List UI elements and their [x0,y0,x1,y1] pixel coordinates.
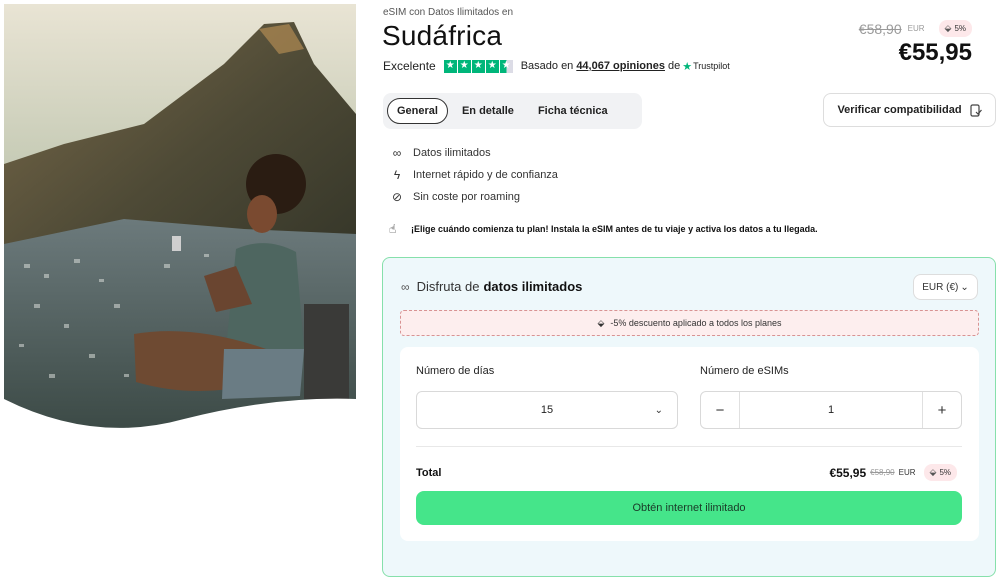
activation-notice: ☝ ¡Elige cuándo comienza tu plan! Instal… [389,222,818,236]
total-discount-badge: ⬙ 5% [923,464,957,481]
total-label: Total [416,467,442,479]
feature-item: ϟ Internet rápido y de confianza [389,164,558,186]
get-internet-button[interactable]: Obtén internet ilimitado [416,491,962,525]
old-price-currency: EUR [907,24,925,33]
total-old-price: €58,90 [870,468,895,477]
increment-button[interactable]: + [922,392,961,428]
plan-heading-bold: datos ilimitados [483,279,583,294]
infinity-icon: ∞ [401,279,410,294]
lightning-icon: ϟ [393,168,401,182]
days-select[interactable]: 15 ⌄ [416,391,678,429]
trustpilot-label: Trustpilot [693,61,730,71]
total-price: €55,95 [829,465,867,480]
hero-image [4,4,356,430]
page-kicker: eSIM con Datos Ilimitados en [383,7,514,18]
decrement-button[interactable]: − [701,392,740,428]
verify-compatibility-label: Verificar compatibilidad [837,104,962,116]
infinity-icon: ∞ [392,146,402,160]
tab-ficha-tecnica[interactable]: Ficha técnica [528,98,618,124]
chevron-down-icon: ⌄ [960,281,969,293]
based-on-text: Basado en [520,60,574,72]
total-currency: EUR [898,468,916,477]
feature-item: ⊘ Sin coste por roaming [389,186,558,208]
total-price-row: €55,95 €58,90 EUR ⬙ 5% [829,464,957,481]
plan-heading: ∞ Disfruta de datos ilimitados [401,279,582,294]
star-icon: ★ [443,59,457,73]
plan-heading-prefix: Disfruta de [416,279,480,294]
price-block: €58,90 EUR ⬙ 5% €55,95 [859,20,972,67]
trustpilot-star-icon: ★ [682,60,693,73]
feature-item: ∞ Datos ilimitados [389,142,558,164]
discount-banner-text: -5% descuento aplicado a todos los plane… [610,318,782,328]
rating-stars: ★ ★ ★ ★ ★ [443,59,513,73]
esims-label: Número de eSIMs [700,365,789,377]
feature-text: Internet rápido y de confianza [413,169,558,181]
no-roaming-icon: ⊘ [391,190,403,204]
reviews-link[interactable]: 44,067 opiniones [576,60,665,72]
discount-banner: ⬙ -5% descuento aplicado a todos los pla… [400,310,979,336]
discount-badge: ⬙ 5% [938,20,972,37]
divider [416,446,962,447]
chevron-down-icon: ⌄ [654,404,663,416]
half-star-icon: ★ [499,59,513,73]
tag-icon: ⬙ [944,23,952,33]
old-price: €58,90 [858,20,902,37]
currency-select-value: EUR (€) [922,281,959,293]
tab-bar: General En detalle Ficha técnica [383,93,642,129]
de-text: de [667,60,681,72]
page-title: Sudáfrica [382,20,503,51]
tag-icon: ⬙ [597,317,605,328]
plan-options: Número de días Número de eSIMs 15 ⌄ − 1 … [400,347,979,541]
discount-badge-label: 5% [954,24,966,33]
trustpilot-logo: ★ Trustpilot [682,60,730,73]
phone-check-icon [969,103,982,117]
days-label: Número de días [416,365,495,377]
feature-text: Sin coste por roaming [413,191,520,203]
tab-en-detalle[interactable]: En detalle [452,98,524,124]
rating-row: Excelente ★ ★ ★ ★ ★ Basado en 44,067 opi… [383,59,730,73]
activation-notice-text: ¡Elige cuándo comienza tu plan! Instala … [411,224,818,234]
days-select-value: 15 [540,404,554,416]
star-icon: ★ [485,59,499,73]
plan-card: ∞ Disfruta de datos ilimitados EUR (€) ⌄… [382,257,996,577]
feature-text: Datos ilimitados [413,147,491,159]
feature-list: ∞ Datos ilimitados ϟ Internet rápido y d… [389,142,558,208]
tab-general[interactable]: General [387,98,448,124]
current-price: €55,95 [898,39,972,66]
esims-quantity[interactable]: 1 [740,404,922,416]
verify-compatibility-button[interactable]: Verificar compatibilidad [823,93,996,127]
star-icon: ★ [471,59,485,73]
rating-word: Excelente [383,59,436,73]
esims-stepper: − 1 + [700,391,962,429]
tag-icon: ⬙ [929,467,937,477]
star-icon: ★ [457,59,471,73]
currency-select[interactable]: EUR (€) ⌄ [913,274,978,300]
tap-phone-icon: ☝ [389,222,397,236]
total-discount-badge-label: 5% [939,468,951,477]
